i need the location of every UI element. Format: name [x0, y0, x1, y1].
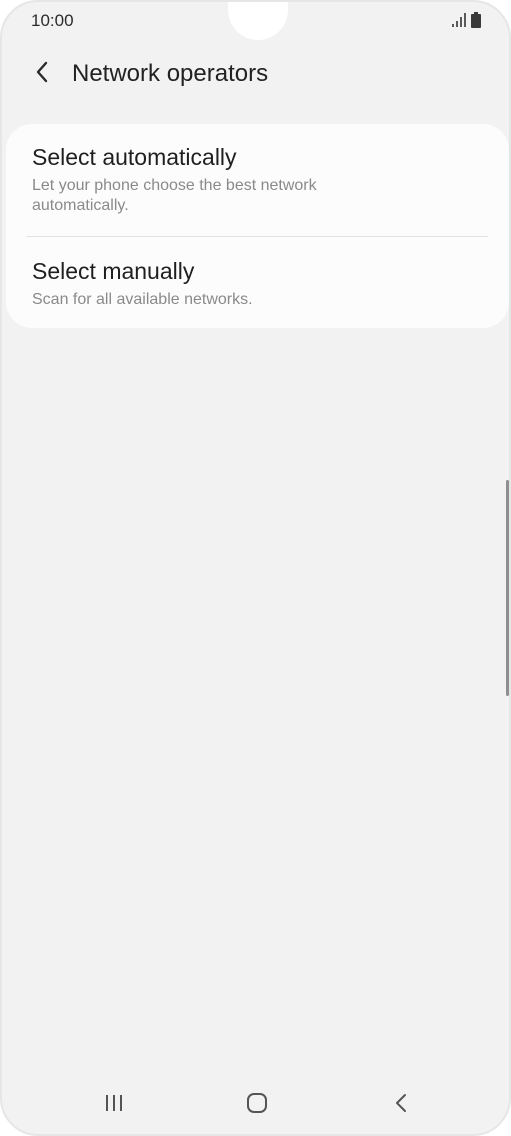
option-title: Select automatically — [32, 144, 237, 170]
status-icons — [451, 12, 481, 28]
status-bar: 10:00 — [2, 2, 509, 38]
navigation-bar — [2, 1074, 509, 1134]
options-card: Select automatically Let your phone choo… — [6, 124, 509, 328]
status-time: 10:00 — [31, 11, 74, 30]
option-description: Let your phone choose the best network a… — [32, 177, 317, 214]
option-title: Select manually — [32, 258, 195, 284]
phone-screen: 10:00 Network operators Select automatic… — [0, 0, 511, 1136]
option-description: Scan for all available networks. — [32, 291, 253, 308]
home-button[interactable] — [237, 1088, 277, 1122]
app-header: Network operators — [2, 54, 509, 94]
nav-back-button[interactable] — [381, 1088, 421, 1122]
select-automatically-option[interactable]: Select automatically Let your phone choo… — [6, 142, 509, 242]
chevron-left-icon — [34, 60, 50, 89]
page-title: Network operators — [72, 60, 269, 87]
scroll-indicator[interactable] — [506, 480, 509, 696]
recent-apps-icon — [103, 1093, 125, 1118]
divider — [26, 236, 488, 237]
select-manually-option[interactable]: Select manually Scan for all available n… — [6, 256, 509, 318]
back-button[interactable] — [26, 56, 58, 92]
signal-icon — [451, 12, 467, 28]
recent-apps-button[interactable] — [94, 1088, 134, 1122]
back-icon — [394, 1092, 408, 1119]
battery-icon — [471, 12, 481, 28]
home-icon — [246, 1092, 268, 1119]
